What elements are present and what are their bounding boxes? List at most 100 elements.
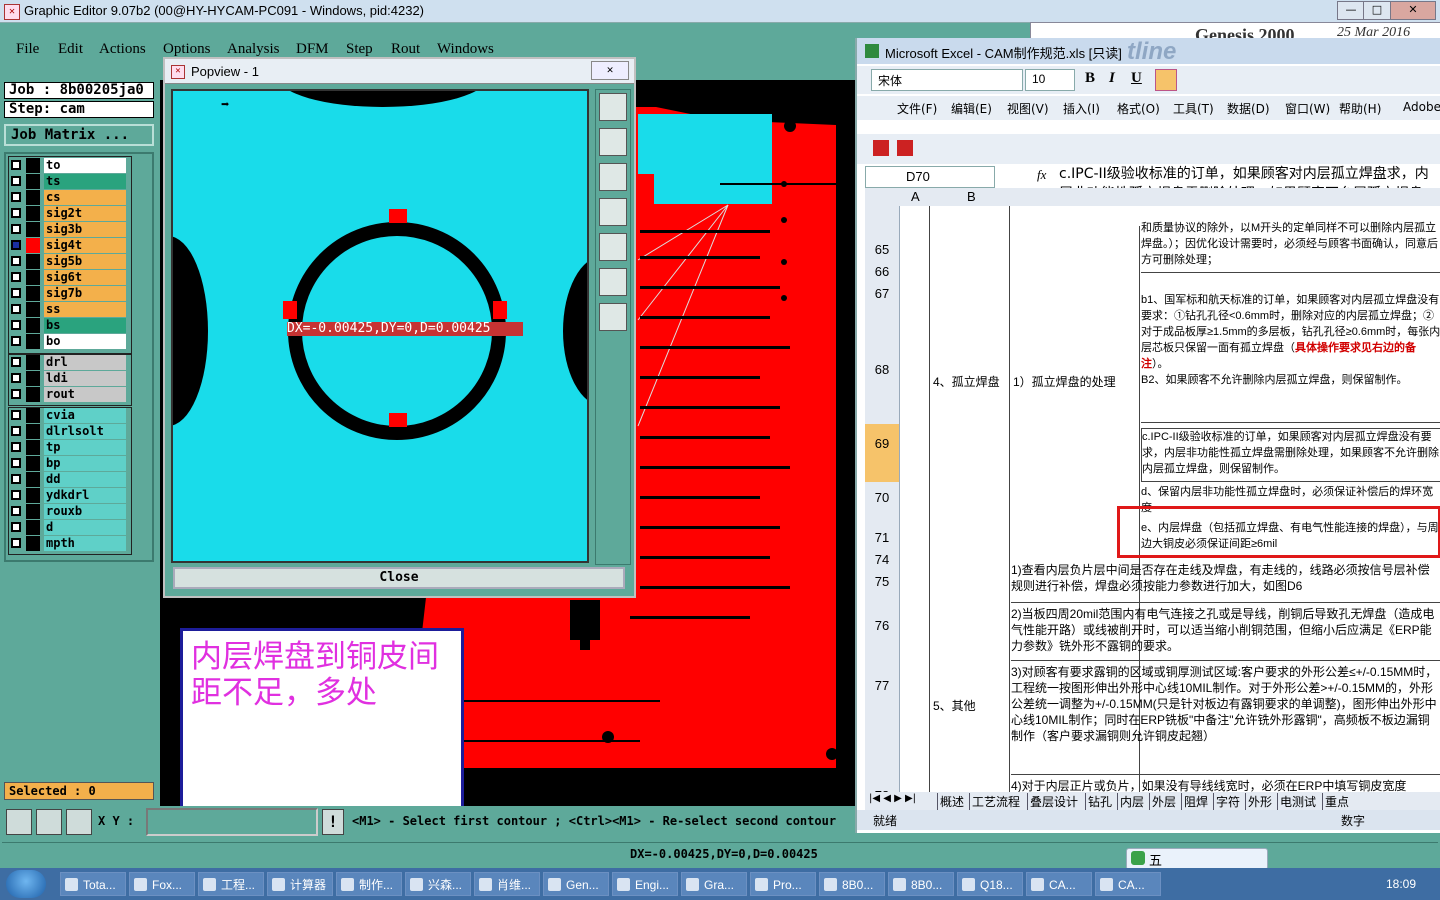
menu-dfm[interactable]: DFM [296, 41, 329, 58]
taskbar-item[interactable]: 肖维... [474, 872, 540, 896]
start-button[interactable] [6, 870, 46, 898]
sheet-tab[interactable]: 外形 [1245, 793, 1272, 810]
pan-up-icon[interactable] [599, 128, 627, 156]
layer-row-bp[interactable]: bp [8, 456, 126, 471]
row-header-74[interactable]: 74 [865, 552, 899, 567]
layer-row-bs[interactable]: bs [8, 318, 126, 333]
pan-down-icon[interactable] [599, 163, 627, 191]
pdf-convert-icon[interactable] [873, 140, 889, 156]
close-button[interactable]: ✕ [1390, 1, 1436, 20]
taskbar-item[interactable]: 8B0... [819, 872, 885, 896]
layer-checkbox[interactable] [11, 288, 21, 298]
layer-row-sig4t[interactable]: sig4t [8, 238, 126, 253]
pan-left-icon[interactable] [599, 198, 627, 226]
sheet-tab[interactable]: 重点 [1322, 793, 1349, 810]
ime-mode[interactable]: 五 [1149, 850, 1162, 869]
layer-row-sig6t[interactable]: sig6t [8, 270, 126, 285]
excel-menu-help[interactable]: 帮助(H) [1339, 100, 1381, 117]
layer-row-sig3b[interactable]: sig3b [8, 222, 126, 237]
layer-checkbox[interactable] [11, 426, 21, 436]
align-center-button[interactable] [1179, 69, 1199, 89]
popview-viewport[interactable]: ➡ DX=-0.00425,DY=0,D=0.00425 [171, 89, 589, 563]
sheet-tab[interactable]: 概述 [937, 793, 964, 810]
layer-row-ldi[interactable]: ldi [8, 371, 126, 386]
taskbar-item[interactable]: Fox... [129, 872, 195, 896]
sheet-tab[interactable]: 外层 [1149, 793, 1176, 810]
layer-checkbox[interactable] [11, 272, 21, 282]
col-header-b[interactable]: B [967, 189, 976, 204]
layer-row-ss[interactable]: ss [8, 302, 126, 317]
layer-checkbox[interactable] [11, 224, 21, 234]
excel-menu-edit[interactable]: 编辑(E) [951, 100, 992, 117]
layer-checkbox[interactable] [11, 192, 21, 202]
layer-row-dlrlsolt[interactable]: dlrlsolt [8, 424, 126, 439]
menu-edit[interactable]: Edit [58, 41, 83, 58]
measure-tool-icon[interactable] [36, 809, 62, 835]
taskbar-item[interactable]: CA... [1026, 872, 1092, 896]
excel-menu-adobe[interactable]: Adobe [1403, 100, 1440, 114]
zoom-home-icon[interactable] [599, 93, 627, 121]
menu-step[interactable]: Step [346, 41, 373, 58]
menu-file[interactable]: File [16, 41, 39, 58]
sheet-tab[interactable]: 电测试 [1277, 793, 1316, 810]
layer-checkbox[interactable] [11, 373, 21, 383]
layer-checkbox[interactable] [11, 389, 21, 399]
taskbar-item[interactable]: 工程... [198, 872, 264, 896]
excel-menu-window[interactable]: 窗口(W) [1285, 100, 1330, 117]
layer-checkbox[interactable] [11, 410, 21, 420]
layer-row-cs[interactable]: cs [8, 190, 126, 205]
popview-close-x[interactable]: ✕ [591, 61, 629, 80]
taskbar-item[interactable]: 兴森... [405, 872, 471, 896]
bold-button[interactable]: B [1085, 70, 1095, 87]
layer-checkbox[interactable] [11, 490, 21, 500]
font-size-select[interactable]: 10 [1025, 69, 1075, 91]
layer-checkbox[interactable] [11, 336, 21, 346]
layer-checkbox[interactable] [11, 320, 21, 330]
sheet-tab[interactable]: 阻焊 [1181, 793, 1208, 810]
ime-logo-icon[interactable] [1131, 851, 1145, 865]
layer-row-rouxb[interactable]: rouxb [8, 504, 126, 519]
layer-checkbox[interactable] [11, 160, 21, 170]
layer-row-to[interactable]: to [8, 158, 126, 173]
layer-row-sig7b[interactable]: sig7b [8, 286, 126, 301]
row-header-67[interactable]: 67 [865, 286, 899, 301]
menu-rout[interactable]: Rout [391, 41, 420, 58]
taskbar-item[interactable]: 计算器 [267, 872, 333, 896]
minimize-button[interactable]: — [1337, 1, 1365, 20]
excel-menu-data[interactable]: 数据(D) [1227, 100, 1270, 117]
alert-button[interactable]: ! [322, 809, 344, 835]
excel-menu-insert[interactable]: 插入(I) [1063, 100, 1100, 117]
layer-row-bo[interactable]: bo [8, 334, 126, 349]
name-box[interactable]: D70 [865, 166, 995, 188]
layer-checkbox[interactable] [11, 176, 21, 186]
zoom-in-icon[interactable] [599, 303, 627, 331]
sheet-tab[interactable]: 叠层设计 [1027, 793, 1078, 810]
italic-button[interactable]: I [1109, 70, 1115, 87]
row-header-70[interactable]: 70 [865, 490, 899, 505]
pan-right-icon[interactable] [599, 233, 627, 261]
layer-row-tp[interactable]: tp [8, 440, 126, 455]
layer-row-ydkdrl[interactable]: ydkdrl [8, 488, 126, 503]
tab-nav-icon[interactable]: |◀ ◀ ▶ ▶| [869, 793, 916, 804]
menu-windows[interactable]: Windows [437, 41, 494, 58]
row-header-75[interactable]: 75 [865, 574, 899, 589]
sheet-tab[interactable]: 钻孔 [1085, 793, 1112, 810]
layer-row-ts[interactable]: ts [8, 174, 126, 189]
taskbar-item[interactable]: Engi... [612, 872, 678, 896]
layer-row-sig2t[interactable]: sig2t [8, 206, 126, 221]
row-header-66[interactable]: 66 [865, 264, 899, 279]
menu-actions[interactable]: Actions [99, 41, 146, 58]
layer-checkbox[interactable] [11, 506, 21, 516]
layer-row-dd[interactable]: dd [8, 472, 126, 487]
sheet-tab[interactable]: 字符 [1213, 793, 1240, 810]
layer-row-rout[interactable]: rout [8, 387, 126, 402]
layer-checkbox[interactable] [11, 357, 21, 367]
col-header-a[interactable]: A [911, 189, 920, 204]
excel-menu-format[interactable]: 格式(O) [1117, 100, 1160, 117]
underline-button[interactable]: U [1131, 70, 1142, 87]
taskbar-item[interactable]: Gra... [681, 872, 747, 896]
xy-input[interactable] [146, 808, 318, 836]
row-header-71[interactable]: 71 [865, 530, 899, 545]
taskbar-item[interactable]: Gen... [543, 872, 609, 896]
layer-checkbox[interactable] [11, 256, 21, 266]
